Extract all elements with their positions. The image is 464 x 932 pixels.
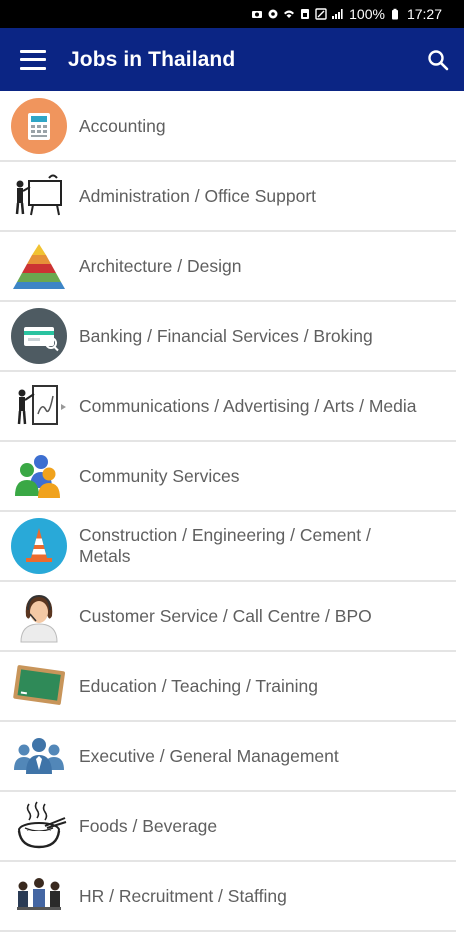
people-group-icon — [11, 448, 67, 504]
wifi-icon — [284, 10, 295, 18]
status-icons — [251, 8, 343, 20]
pyramid-icon — [11, 238, 67, 294]
presentation-board-icon — [11, 168, 67, 224]
category-label: Education / Teaching / Training — [79, 675, 319, 696]
camera-icon — [252, 11, 263, 18]
sim-icon — [301, 9, 310, 19]
category-label: Communications / Advertising / Arts / Me… — [79, 395, 417, 416]
noodle-bowl-icon — [11, 798, 67, 854]
battery-percentage: 100% — [349, 6, 385, 22]
page-title: Jobs in Thailand — [68, 47, 236, 71]
chalkboard-icon — [11, 658, 67, 714]
list-item[interactable]: HR / Recruitment / Staffing — [0, 862, 456, 932]
list-item[interactable]: Architecture / Design — [0, 232, 456, 302]
list-item[interactable]: Customer Service / Call Centre / BPO — [0, 582, 456, 652]
settings-icon — [268, 9, 278, 19]
list-item[interactable]: Foods / Beverage — [0, 792, 456, 862]
category-label: Architecture / Design — [79, 255, 242, 276]
staff-group-icon — [11, 868, 67, 924]
category-label: Foods / Beverage — [79, 815, 218, 836]
list-item[interactable]: Administration / Office Support — [0, 162, 456, 232]
battery-icon — [391, 8, 398, 20]
list-item[interactable]: Executive / General Management — [0, 722, 456, 792]
list-item[interactable]: Education / Teaching / Training — [0, 652, 456, 722]
category-label: HR / Recruitment / Staffing — [79, 885, 287, 906]
list-item[interactable]: Construction / Engineering / Cement / Me… — [0, 512, 456, 582]
hamburger-menu-icon[interactable] — [20, 49, 46, 70]
signal-icon — [332, 9, 343, 19]
category-label: Construction / Engineering / Cement / Me… — [79, 525, 371, 566]
category-label: Accounting — [79, 115, 166, 136]
list-item[interactable]: Banking / Financial Services / Broking — [0, 302, 456, 372]
category-list: Accounting Administration / Office Suppo… — [0, 92, 464, 932]
list-item[interactable]: Communications / Advertising / Arts / Me… — [0, 372, 456, 442]
app-bar: Jobs in Thailand — [0, 28, 464, 91]
category-label: Banking / Financial Services / Broking — [79, 325, 373, 346]
executive-team-icon — [11, 728, 67, 784]
bank-card-icon — [11, 308, 67, 364]
category-label: Administration / Office Support — [79, 185, 317, 206]
category-label: Community Services — [79, 465, 240, 486]
list-item[interactable]: Community Services — [0, 442, 456, 512]
painter-icon — [11, 378, 67, 434]
category-label: Customer Service / Call Centre / BPO — [79, 605, 372, 626]
traffic-cone-icon — [11, 518, 67, 574]
list-item[interactable]: Accounting — [0, 92, 456, 162]
category-label: Executive / General Management — [79, 745, 339, 766]
call-centre-agent-icon — [11, 588, 67, 644]
clock: 17:27 — [406, 6, 442, 22]
search-icon[interactable] — [426, 48, 450, 72]
calculator-icon — [11, 98, 67, 154]
volte-icon — [315, 8, 327, 20]
status-bar: 100% 17:27 — [0, 0, 464, 28]
